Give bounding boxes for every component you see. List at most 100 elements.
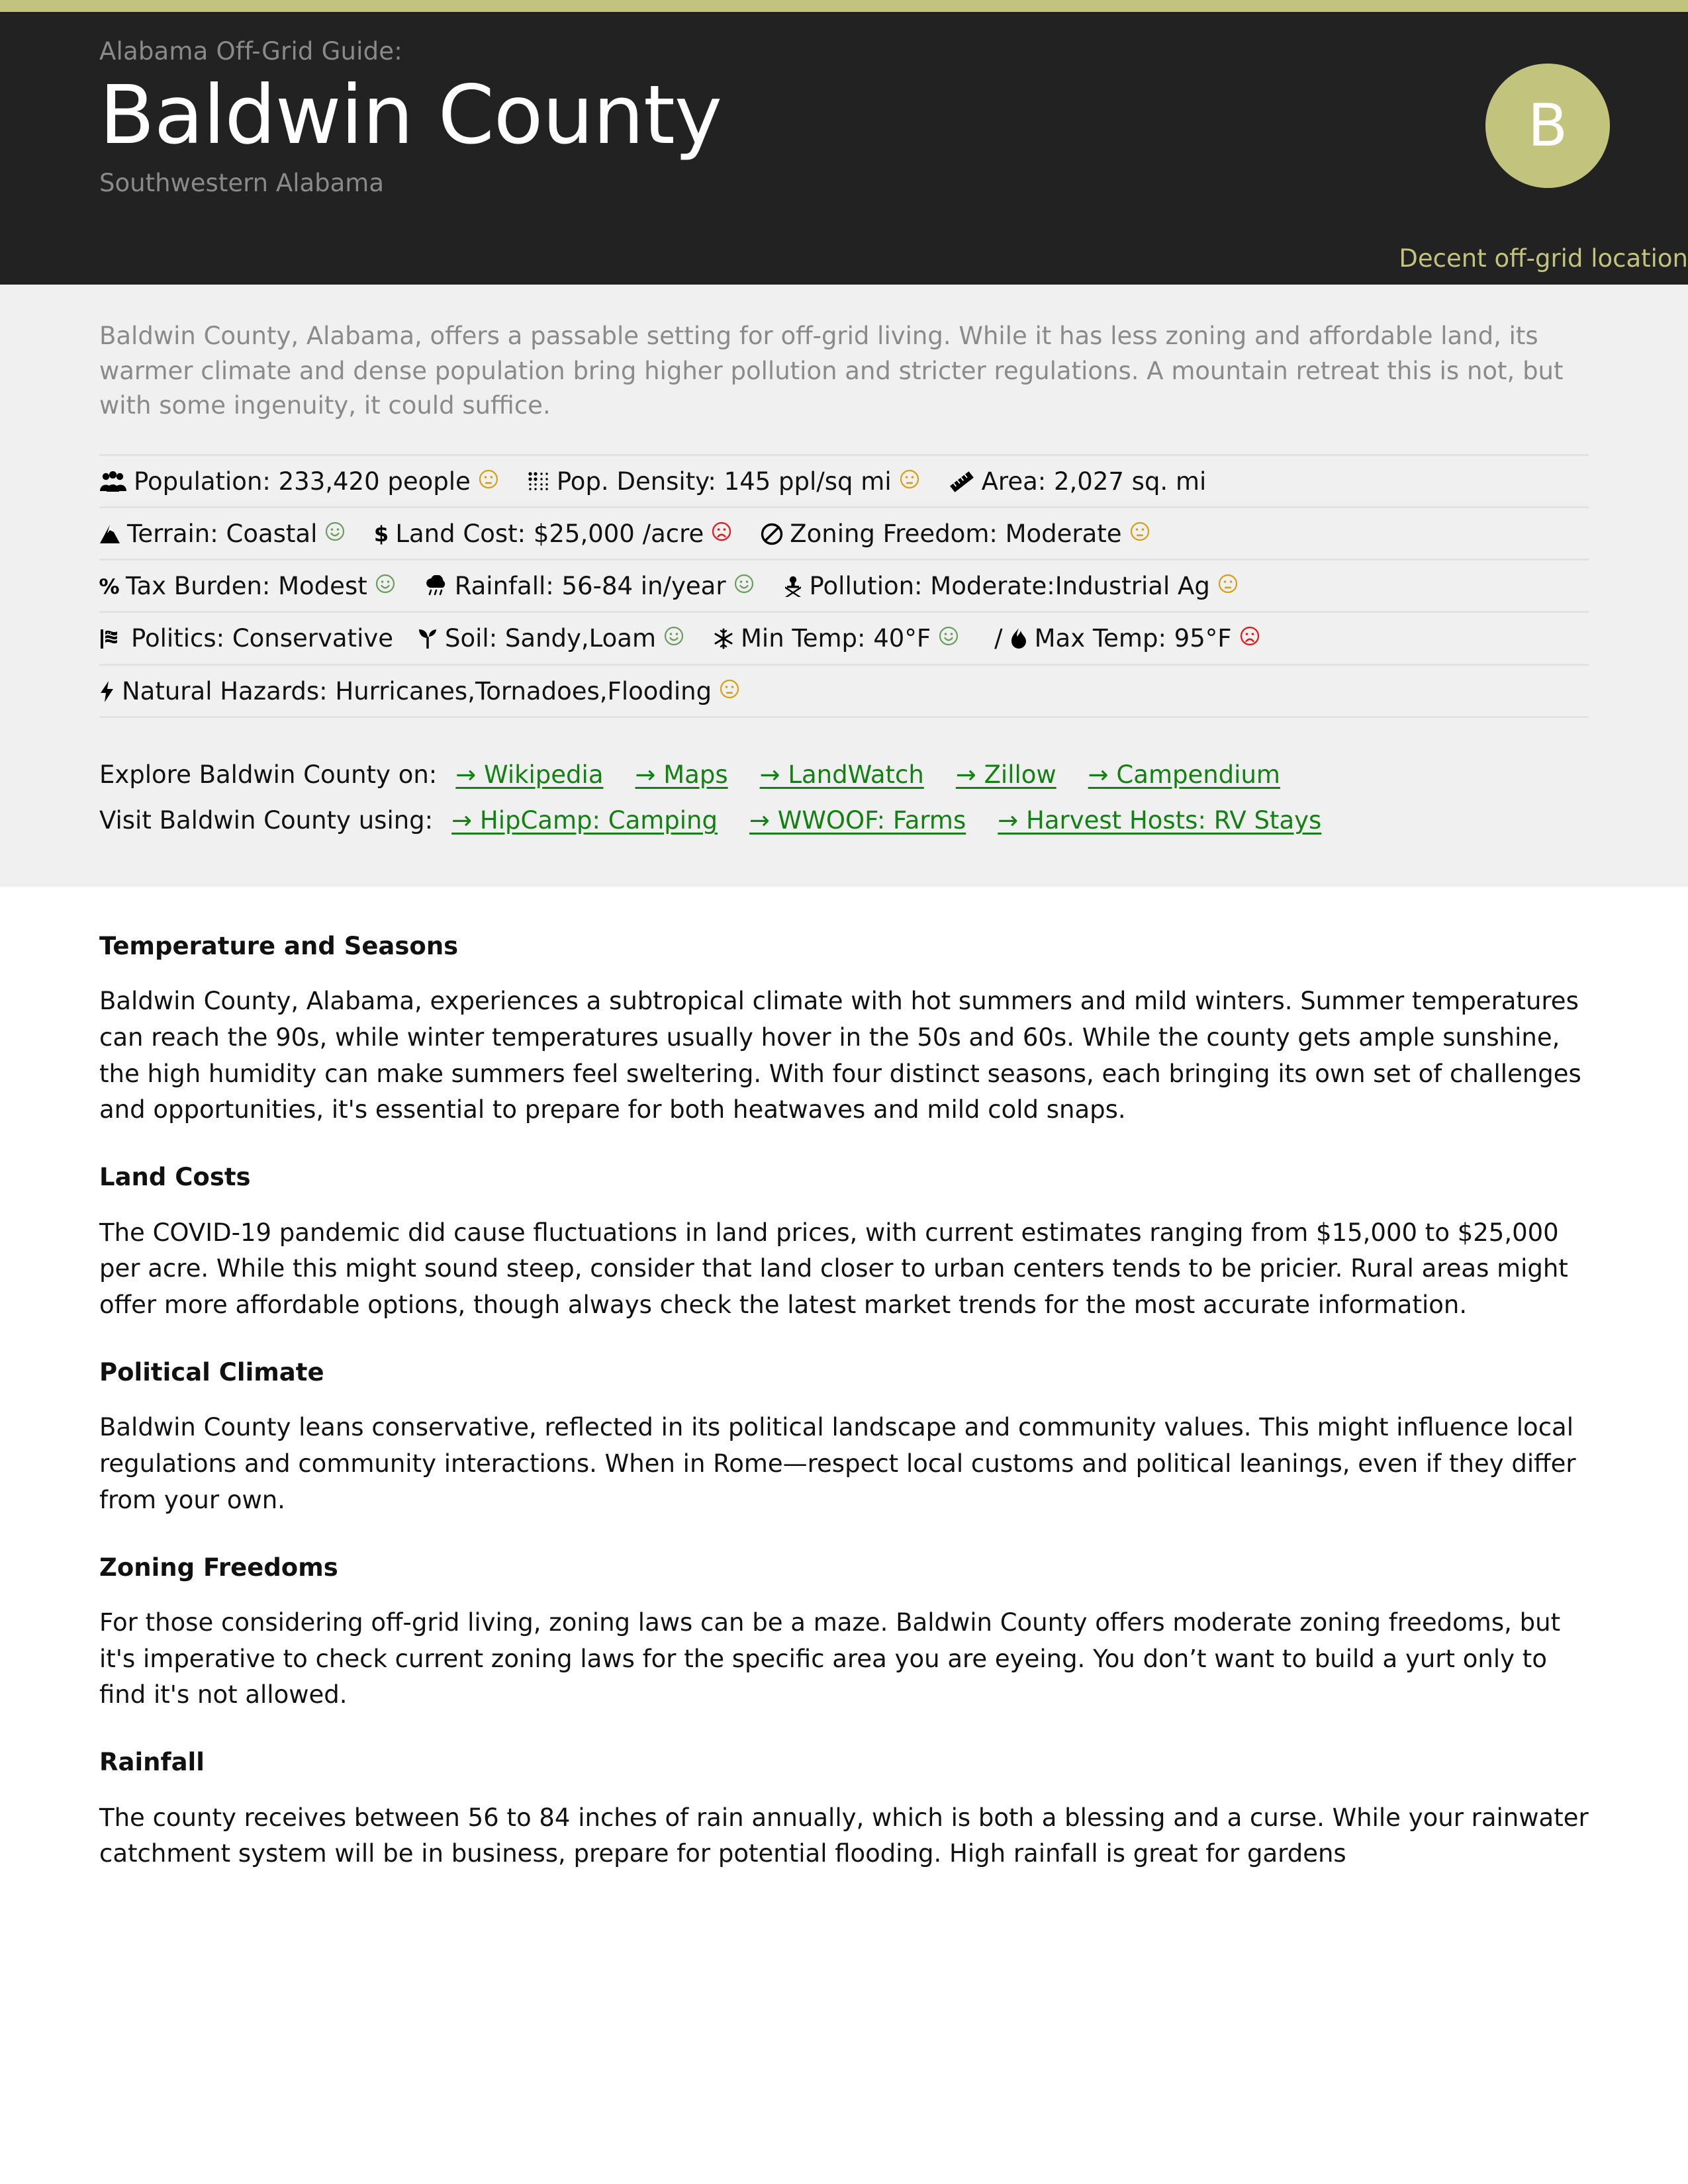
intro-paragraph: Baldwin County, Alabama, offers a passab… xyxy=(99,322,1564,420)
stat-label: Min Temp: 40°F xyxy=(741,624,931,653)
stat-item: Area: 2,027 sq. mi xyxy=(949,467,1207,497)
mountain-icon xyxy=(99,523,120,545)
sad-face-icon xyxy=(712,522,737,547)
explore-links-label: Explore Baldwin County on: xyxy=(99,760,438,789)
svg-text:%: % xyxy=(99,575,119,598)
snowflake-icon xyxy=(713,628,734,649)
section-paragraph: The county receives between 56 to 84 inc… xyxy=(99,1803,1589,1868)
svg-text:$: $ xyxy=(374,523,389,545)
stat-label: Rainfall: 56-84 in/year xyxy=(454,572,726,601)
header-text-block: Alabama Off-Grid Guide: Baldwin County S… xyxy=(0,37,1688,198)
section-paragraph: The COVID-19 pandemic did cause fluctuat… xyxy=(99,1218,1568,1320)
section-heading: Temperature and Seasons xyxy=(99,931,459,960)
no-entry-icon xyxy=(761,523,783,545)
stat-label: Soil: Sandy,Loam xyxy=(445,624,656,653)
sad-face-icon xyxy=(1240,626,1265,651)
section-paragraph: Baldwin County, Alabama, experiences a s… xyxy=(99,987,1581,1124)
bolt-icon xyxy=(99,680,115,703)
section-paragraph: Baldwin County leans conservative, refle… xyxy=(99,1413,1576,1514)
visit-links-line: Visit Baldwin County using: → HipCamp: C… xyxy=(99,802,1589,839)
stat-item: Pop. Density: 145 ppl/sq mi xyxy=(528,467,925,497)
neutral-face-icon xyxy=(1218,574,1243,599)
stat-item: Population: 233,420 people xyxy=(99,467,504,497)
dollar-icon: $ xyxy=(374,523,389,545)
explore-link-3[interactable]: → Zillow xyxy=(956,756,1056,794)
explore-link-0[interactable]: → Wikipedia xyxy=(455,756,603,794)
explore-link-2[interactable]: → LandWatch xyxy=(760,756,924,794)
rain-cloud-icon xyxy=(424,575,448,598)
happy-face-icon xyxy=(734,574,759,599)
explore-link-1[interactable]: → Maps xyxy=(635,756,728,794)
guide-eyebrow: Alabama Off-Grid Guide: xyxy=(99,37,402,66)
happy-face-icon xyxy=(664,626,689,651)
visit-links-label: Visit Baldwin County using: xyxy=(99,806,434,835)
section-heading: Political Climate xyxy=(99,1357,324,1387)
stat-item: Politics: Conservative xyxy=(99,623,393,654)
stat-item: Max Temp: 95°F xyxy=(1009,623,1265,654)
visit-link-1[interactable]: → WWOOF: Farms xyxy=(749,802,966,839)
stat-label: Natural Hazards: Hurricanes,Tornadoes,Fl… xyxy=(122,676,712,705)
explore-link-4[interactable]: → Campendium xyxy=(1088,756,1280,794)
stat-item: Soil: Sandy,Loam xyxy=(417,623,689,654)
neutral-face-icon xyxy=(720,679,745,704)
stat-label: Max Temp: 95°F xyxy=(1034,624,1232,653)
flame-icon xyxy=(1009,627,1028,650)
stat-separator: / xyxy=(994,624,1003,653)
stat-label: Zoning Freedom: Moderate xyxy=(790,519,1122,548)
people-group-icon xyxy=(99,471,127,492)
stat-label: Tax Burden: Modest xyxy=(126,572,367,601)
stat-label: Terrain: Coastal xyxy=(127,519,318,548)
stat-item: $ Land Cost: $25,000 /acre xyxy=(374,519,737,549)
grade-caption: Decent off-grid location xyxy=(1399,244,1688,273)
grade-letter: B xyxy=(1527,91,1568,159)
neutral-face-icon xyxy=(900,469,925,494)
stats-panel: Baldwin County, Alabama, offers a passab… xyxy=(0,285,1688,887)
stat-label: Politics: Conservative xyxy=(131,624,394,653)
ruler-icon xyxy=(949,471,975,492)
stat-label: Population: 233,420 people xyxy=(134,467,471,496)
neutral-face-icon xyxy=(1130,522,1155,547)
stat-item: % Tax Burden: Modest xyxy=(99,571,400,602)
page-header: Alabama Off-Grid Guide: Baldwin County S… xyxy=(0,12,1688,285)
links-block: Explore Baldwin County on: → Wikipedia → … xyxy=(99,756,1589,839)
stat-label: Area: 2,027 sq. mi xyxy=(981,467,1207,496)
section-heading: Land Costs xyxy=(99,1163,251,1192)
visit-link-0[interactable]: → HipCamp: Camping xyxy=(451,802,718,839)
stat-label: Land Cost: $25,000 /acre xyxy=(395,519,704,548)
stat-item: Min Temp: 40°F xyxy=(713,623,964,654)
stat-row: Terrain: Coastal $ Land Cost: $25,000 /acr… xyxy=(99,508,1589,561)
section-paragraph: For those considering off-grid living, z… xyxy=(99,1608,1561,1709)
density-dots-icon xyxy=(528,471,550,492)
stats-table: Population: 233,420 people Pop. Density: … xyxy=(99,453,1589,718)
biohazard-skull-icon xyxy=(783,575,803,598)
article-body: Temperature and Seasons Baldwin County, A… xyxy=(0,886,1688,1913)
happy-face-icon xyxy=(939,626,964,651)
stat-label: Pollution: Moderate:Industrial Ag xyxy=(809,572,1210,601)
section-heading: Zoning Freedoms xyxy=(99,1553,338,1582)
explore-links-line: Explore Baldwin County on: → Wikipedia → … xyxy=(99,756,1589,794)
stat-row: Population: 233,420 people Pop. Density: … xyxy=(99,456,1589,508)
page-title: Baldwin County xyxy=(99,68,722,163)
visit-links-list: → HipCamp: Camping → WWOOF: Farms → Harves… xyxy=(451,802,1321,839)
neutral-face-icon xyxy=(479,469,504,494)
percent-icon: % xyxy=(99,575,119,598)
stat-row: Natural Hazards: Hurricanes,Tornadoes,Fl… xyxy=(99,666,1589,718)
happy-face-icon xyxy=(375,574,400,599)
stat-row: Politics: Conservative Soil: Sandy,Loam Mi… xyxy=(99,613,1589,666)
visit-link-2[interactable]: → Harvest Hosts: RV Stays xyxy=(998,802,1321,839)
stat-item: Zoning Freedom: Moderate xyxy=(761,519,1154,549)
stat-item: Rainfall: 56-84 in/year xyxy=(424,571,759,602)
stat-row: % Tax Burden: Modest Rainfall: 56-84 in/ye… xyxy=(99,561,1589,614)
grade-badge: B xyxy=(1485,64,1610,188)
seedling-icon xyxy=(417,627,438,650)
stat-item: Pollution: Moderate:Industrial Ag xyxy=(783,571,1243,602)
top-accent-bar xyxy=(0,0,1688,12)
stat-item: Natural Hazards: Hurricanes,Tornadoes,Fl… xyxy=(99,676,745,707)
happy-face-icon xyxy=(325,522,350,547)
stat-item: Terrain: Coastal xyxy=(99,519,350,549)
explore-links-list: → Wikipedia → Maps → LandWatch → Zillow → Ca… xyxy=(455,756,1280,794)
flag-icon xyxy=(99,627,124,650)
subregion-label: Southwestern Alabama xyxy=(99,169,385,198)
stat-label: Pop. Density: 145 ppl/sq mi xyxy=(556,467,892,496)
section-heading: Rainfall xyxy=(99,1748,205,1777)
